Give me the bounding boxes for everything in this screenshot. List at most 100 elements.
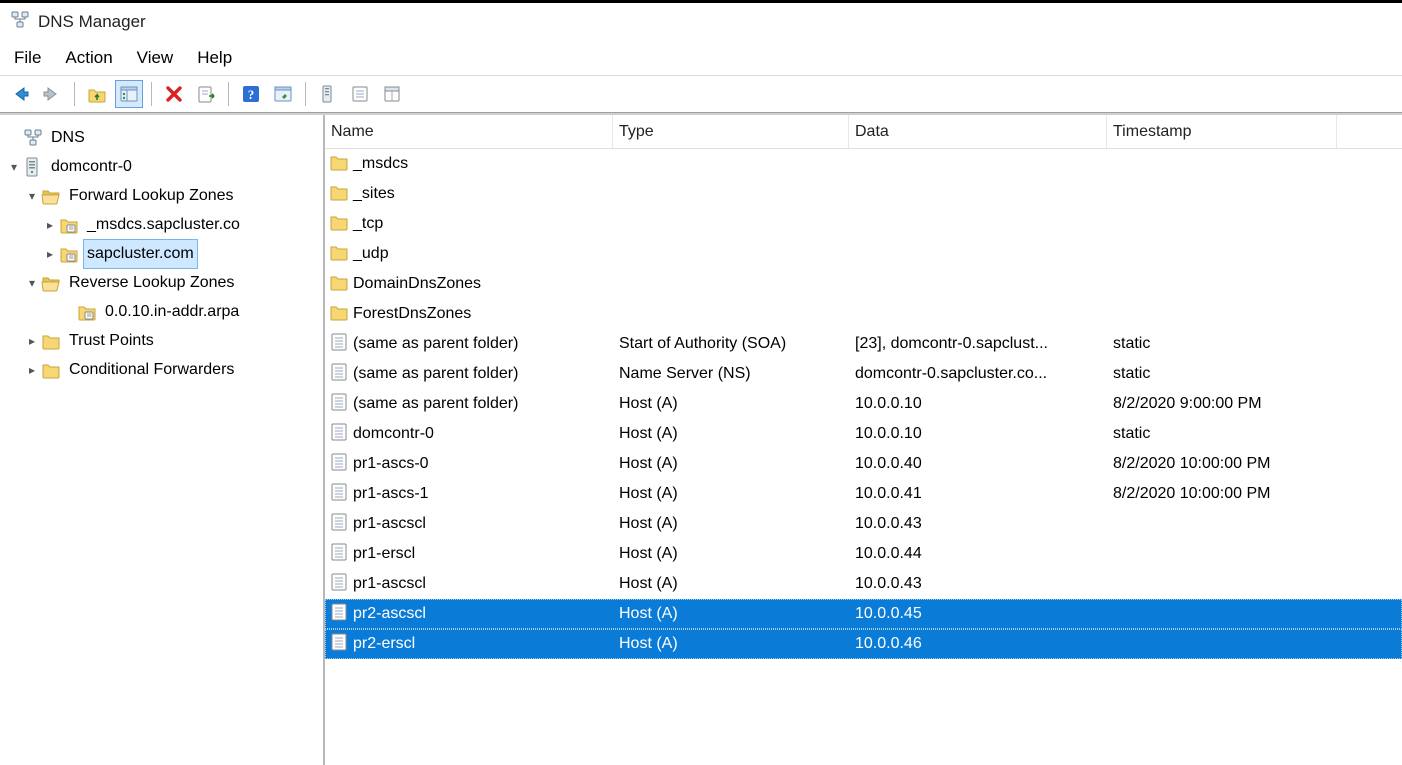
list-row[interactable]: (same as parent folder)Name Server (NS)d… (325, 359, 1402, 389)
properties-icon (273, 84, 293, 104)
list-row[interactable]: DomainDnsZones (325, 269, 1402, 299)
record-icon (329, 452, 349, 477)
list-row[interactable]: _sites (325, 179, 1402, 209)
delete-button[interactable] (160, 80, 188, 108)
list-row[interactable]: pr1-ascs-1Host (A)10.0.0.418/2/2020 10:0… (325, 479, 1402, 509)
tree-zone-msdcs[interactable]: ▸ _msdcs.sapcluster.co (6, 210, 319, 239)
tree-rlz-zone[interactable]: 0.0.10.in-addr.arpa (6, 297, 319, 326)
list-row[interactable]: (same as parent folder)Start of Authorit… (325, 329, 1402, 359)
forward-button[interactable] (38, 80, 66, 108)
column-name[interactable]: Name (325, 115, 613, 148)
tree-label: Conditional Forwarders (66, 356, 237, 384)
record-timestamp: 8/2/2020 9:00:00 PM (1107, 389, 1337, 419)
record-icon (350, 84, 370, 104)
record-icon (329, 512, 349, 537)
folder-icon (329, 272, 349, 297)
dns-tree[interactable]: DNS ▾ domcontr-0 ▾ Forward Lookup Zones … (6, 123, 319, 384)
menu-file[interactable]: File (14, 48, 41, 68)
list-header: Name Type Data Timestamp (325, 115, 1402, 149)
chevron-down-icon[interactable]: ▾ (6, 153, 22, 181)
tree-label: DNS (48, 124, 88, 152)
list-row[interactable]: (same as parent folder)Host (A)10.0.0.10… (325, 389, 1402, 419)
chevron-right-icon[interactable]: ▸ (42, 211, 58, 239)
back-button[interactable] (6, 80, 34, 108)
record-type (613, 149, 849, 179)
record-data: 10.0.0.40 (849, 449, 1107, 479)
list-row[interactable]: pr1-ascsclHost (A)10.0.0.43 (325, 509, 1402, 539)
tree-cond-fwd[interactable]: ▸ Conditional Forwarders (6, 355, 319, 384)
properties-button[interactable] (269, 80, 297, 108)
up-folder-button[interactable] (83, 80, 111, 108)
menu-help[interactable]: Help (197, 48, 232, 68)
list-row[interactable]: domcontr-0Host (A)10.0.0.10static (325, 419, 1402, 449)
record-timestamp (1107, 599, 1337, 629)
export-list-button[interactable] (192, 80, 220, 108)
record-timestamp (1107, 239, 1337, 269)
record-timestamp: static (1107, 329, 1337, 359)
record-icon (329, 332, 349, 357)
record-icon (329, 422, 349, 447)
record-data: 10.0.0.43 (849, 509, 1107, 539)
record-name: _sites (353, 185, 395, 203)
column-timestamp[interactable]: Timestamp (1107, 115, 1337, 148)
record-timestamp: 8/2/2020 10:00:00 PM (1107, 449, 1337, 479)
list-row[interactable]: ForestDnsZones (325, 299, 1402, 329)
folder-icon (329, 152, 349, 177)
show-hide-tree-button[interactable] (115, 80, 143, 108)
list-row[interactable]: _udp (325, 239, 1402, 269)
record-type: Host (A) (613, 569, 849, 599)
chevron-right-icon[interactable]: ▸ (24, 356, 40, 384)
chevron-right-icon[interactable]: ▸ (24, 327, 40, 355)
chevron-down-icon[interactable]: ▾ (24, 269, 40, 297)
list-row[interactable]: _tcp (325, 209, 1402, 239)
new-record-button[interactable] (346, 80, 374, 108)
tree-zone-sapcluster[interactable]: ▸ sapcluster.com (6, 239, 319, 268)
record-data (849, 149, 1107, 179)
record-timestamp (1107, 539, 1337, 569)
record-icon (329, 392, 349, 417)
titlebar: DNS Manager (0, 3, 1402, 41)
tree-root[interactable]: DNS (6, 123, 319, 152)
list-row[interactable]: pr1-ersclHost (A)10.0.0.44 (325, 539, 1402, 569)
help-button[interactable] (237, 80, 265, 108)
record-timestamp: static (1107, 359, 1337, 389)
record-name: domcontr-0 (353, 425, 434, 443)
list-row[interactable]: pr1-ascs-0 Host (A)10.0.0.408/2/2020 10:0… (325, 449, 1402, 479)
server-icon (22, 156, 44, 178)
zone-icon (58, 243, 80, 265)
record-timestamp: static (1107, 419, 1337, 449)
tree-label: 0.0.10.in-addr.arpa (102, 298, 242, 326)
dns-app-icon (10, 10, 30, 34)
list-row[interactable]: pr2-ersclHost (A)10.0.0.46 (325, 629, 1402, 659)
zone-icon (58, 214, 80, 236)
tree-rlz[interactable]: ▾ Reverse Lookup Zones (6, 268, 319, 297)
record-type: Host (A) (613, 509, 849, 539)
menu-view[interactable]: View (137, 48, 174, 68)
tree-trust-points[interactable]: ▸ Trust Points (6, 326, 319, 355)
tree-server[interactable]: ▾ domcontr-0 (6, 152, 319, 181)
record-name: pr1-ascs-0 (353, 455, 429, 473)
column-data[interactable]: Data (849, 115, 1107, 148)
chevron-right-icon[interactable]: ▸ (42, 240, 58, 268)
console-tree-icon (119, 84, 139, 104)
list-row[interactable]: pr2-ascsclHost (A)10.0.0.45 (325, 599, 1402, 629)
record-name: (same as parent folder) (353, 365, 518, 383)
column-type[interactable]: Type (613, 115, 849, 148)
record-data: 10.0.0.10 (849, 419, 1107, 449)
folder-open-icon (40, 272, 62, 294)
list-row[interactable]: _msdcs (325, 149, 1402, 179)
menu-action[interactable]: Action (65, 48, 112, 68)
chevron-down-icon[interactable]: ▾ (24, 182, 40, 210)
record-type (613, 269, 849, 299)
record-type: Name Server (NS) (613, 359, 849, 389)
record-name: ForestDnsZones (353, 305, 471, 323)
list-row[interactable]: pr1-ascsclHost (A)10.0.0.43 (325, 569, 1402, 599)
list-body[interactable]: _msdcs _sites _tcp_udpDomainDnsZones Forest… (325, 149, 1402, 765)
record-type: Host (A) (613, 449, 849, 479)
record-data: 10.0.0.45 (849, 599, 1107, 629)
filter-button[interactable] (378, 80, 406, 108)
help-icon (241, 84, 261, 104)
record-timestamp (1107, 149, 1337, 179)
server-button[interactable] (314, 80, 342, 108)
tree-flz[interactable]: ▾ Forward Lookup Zones (6, 181, 319, 210)
